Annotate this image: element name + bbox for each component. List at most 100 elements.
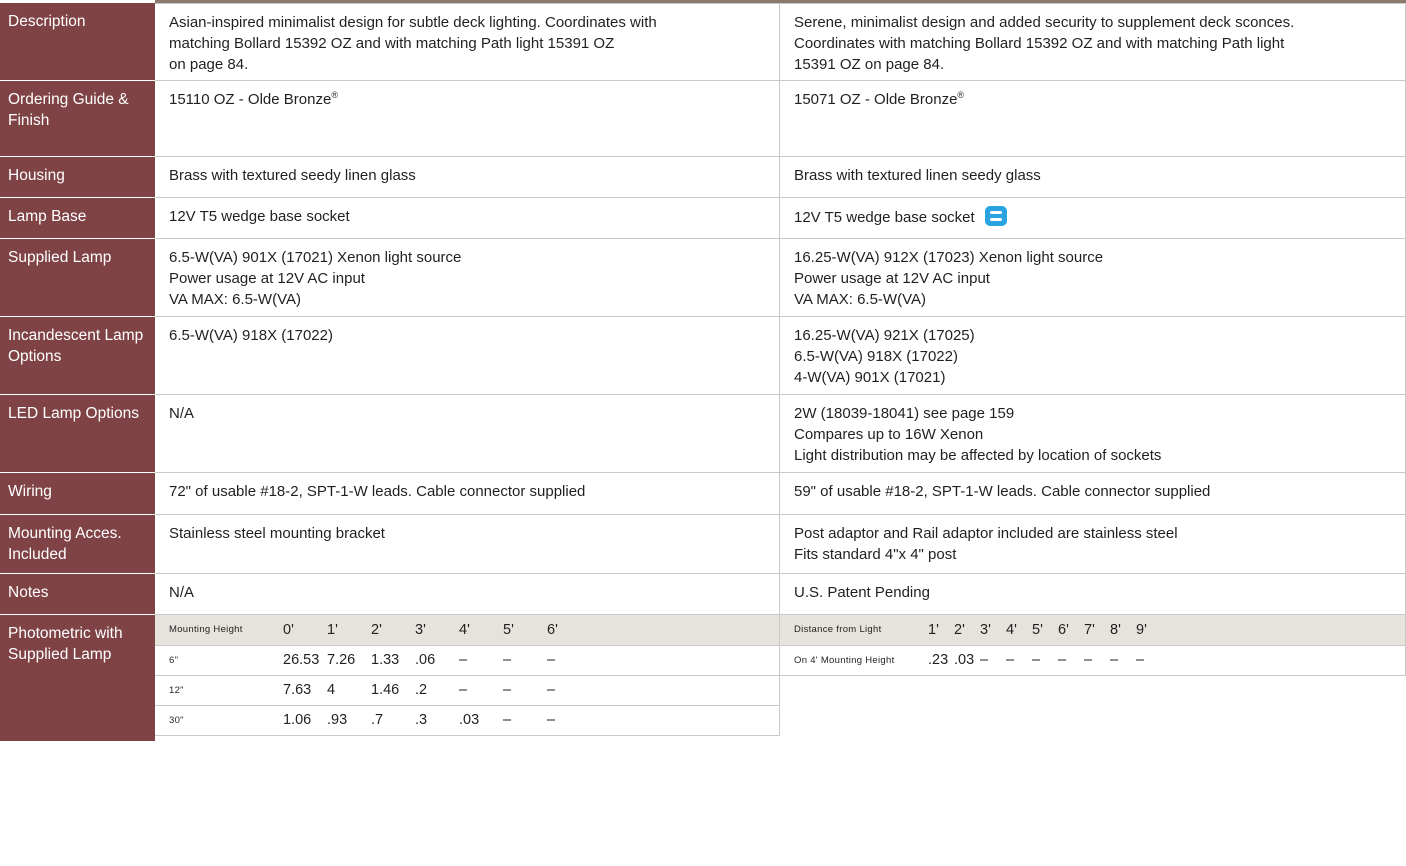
text-line: 6.5-W(VA) 918X (17022): [794, 348, 958, 365]
row-label: 6": [155, 645, 283, 676]
row-ordering-guide: Ordering Guide & Finish 15110 OZ - Olde …: [0, 81, 1406, 157]
value-cell: –: [1032, 645, 1058, 676]
text-line: Coordinates with matching Bollard 15392 …: [794, 35, 1285, 52]
row-description: Description Asian-inspired minimalist de…: [0, 3, 1406, 81]
value-cell: .03: [954, 645, 980, 676]
row-label: Ordering Guide & Finish: [0, 81, 155, 157]
value-cell: 1.46: [371, 675, 415, 706]
filler-cell: [769, 705, 780, 736]
text-line: matching Bollard 15392 OZ and with match…: [169, 35, 615, 52]
value-cell: 7.63: [283, 675, 327, 706]
column-header: 5': [1032, 615, 1058, 646]
column-header: 4': [1006, 615, 1032, 646]
spec-value: 12V T5 wedge base socket: [780, 198, 1406, 239]
filler-cell: [1162, 645, 1406, 676]
filler-cell: [1162, 615, 1406, 646]
spec-value: U.S. Patent Pending: [780, 574, 1406, 615]
spec-value: 2W (18039-18041) see page 159 Compares u…: [780, 395, 1406, 473]
row-lamp-base: Lamp Base 12V T5 wedge base socket 12V T…: [0, 198, 1406, 239]
value-cell: –: [980, 645, 1006, 676]
column-header: 1': [928, 615, 954, 646]
row-label: On 4' Mounting Height: [780, 645, 928, 676]
row-led-options: LED Lamp Options N/A 2W (18039-18041) se…: [0, 395, 1406, 473]
spec-value: 6.5-W(VA) 918X (17022): [155, 317, 780, 395]
value-cell: –: [1136, 645, 1162, 676]
text-line: on page 84.: [169, 56, 249, 73]
column-header: 2': [371, 615, 415, 646]
filler-cell: [769, 615, 780, 646]
value-cell: –: [459, 645, 503, 676]
photometric-row: 6" 26.53 7.26 1.33.06– – –: [155, 645, 780, 676]
value-cell: –: [547, 645, 770, 676]
text-line: Light distribution may be affected by lo…: [794, 447, 1162, 464]
text-line: VA MAX: 6.5-W(VA): [794, 291, 926, 308]
text-line: Asian-inspired minimalist design for sub…: [169, 14, 657, 31]
text-line: 4-W(VA) 901X (17021): [794, 369, 946, 386]
text-line: 15110 OZ - Olde Bronze: [169, 91, 332, 108]
text-line: Compares up to 16W Xenon: [794, 426, 984, 443]
text-line: Power usage at 12V AC input: [794, 270, 990, 287]
photometric-row: On 4' Mounting Height .23.03– – – – – – –: [780, 645, 1406, 676]
text-line: Post adaptor and Rail adaptor included a…: [794, 525, 1178, 542]
row-housing: Housing Brass with textured seedy linen …: [0, 157, 1406, 198]
column-header: 6': [547, 615, 770, 646]
column-header: 5': [503, 615, 547, 646]
value-cell: –: [1006, 645, 1032, 676]
spec-value: Post adaptor and Rail adaptor included a…: [780, 515, 1406, 574]
photometric-area: Mounting Height 0' 1' 2' 3' 4' 5' 6' 6" 26.53 7.26…: [155, 615, 1406, 741]
row-label: Housing: [0, 157, 155, 198]
spec-value: 6.5-W(VA) 901X (17021) Xenon light sourc…: [155, 239, 780, 317]
text-line: Power usage at 12V AC input: [169, 270, 365, 287]
column-header: 8': [1110, 615, 1136, 646]
photometric-row: 12" 7.63 4 1.46.2– – –: [155, 675, 780, 706]
spec-value: Brass with textured seedy linen glass: [155, 157, 780, 198]
value-cell: –: [503, 645, 547, 676]
text-line: VA MAX: 6.5-W(VA): [169, 291, 301, 308]
value-cell: 26.53: [283, 645, 327, 676]
bluetooth-badge-icon: [984, 206, 1007, 226]
row-label: Incandescent Lamp Options: [0, 317, 155, 395]
text-line: 15071 OZ - Olde Bronze: [794, 91, 958, 108]
row-photometric: Photometric with Supplied Lamp Mounting …: [0, 615, 1406, 741]
spec-value: 15110 OZ - Olde Bronze®: [155, 81, 780, 157]
spec-value: Stainless steel mounting bracket: [155, 515, 780, 574]
column-header: 0': [283, 615, 327, 646]
spec-value: 16.25-W(VA) 912X (17023) Xenon light sou…: [780, 239, 1406, 317]
value-cell: –: [1058, 645, 1084, 676]
value-cell: 4: [327, 675, 371, 706]
header-label: Mounting Height: [155, 615, 283, 646]
column-header: 3': [980, 615, 1006, 646]
spec-value: N/A: [155, 574, 780, 615]
column-header: 4': [459, 615, 503, 646]
column-header: 3': [415, 615, 459, 646]
value-cell: .3: [415, 705, 459, 736]
photometric-table-right: Distance from Light 1' 2' 3' 4' 5' 6' 7' 8' 9' On …: [780, 615, 1406, 676]
value-cell: .7: [371, 705, 415, 736]
registered-mark: ®: [331, 90, 338, 100]
text-line: 6.5-W(VA) 918X (17022): [169, 327, 333, 344]
row-mounting-accessories: Mounting Acces. Included Stainless steel…: [0, 515, 1406, 574]
text-line: Serene, minimalist design and added secu…: [794, 14, 1295, 31]
value-cell: 1.33: [371, 645, 415, 676]
row-label: 12": [155, 675, 283, 706]
row-label: Mounting Acces. Included: [0, 515, 155, 574]
spec-value: Serene, minimalist design and added secu…: [780, 3, 1406, 81]
text-line: N/A: [169, 405, 195, 422]
value-cell: –: [547, 705, 770, 736]
spec-value: 72" of usable #18-2, SPT-1-W leads. Cabl…: [155, 473, 780, 515]
column-header: 6': [1058, 615, 1084, 646]
filler-cell: [769, 645, 780, 676]
row-incandescent-options: Incandescent Lamp Options 6.5-W(VA) 918X…: [0, 317, 1406, 395]
text-line: 16.25-W(VA) 921X (17025): [794, 327, 975, 344]
spec-value: 59" of usable #18-2, SPT-1-W leads. Cabl…: [780, 473, 1406, 515]
spec-value: Brass with textured linen seedy glass: [780, 157, 1406, 198]
text-line: 6.5-W(VA) 901X (17021) Xenon light sourc…: [169, 249, 462, 266]
row-label: LED Lamp Options: [0, 395, 155, 473]
spec-value: Asian-inspired minimalist design for sub…: [155, 3, 780, 81]
photometric-row: 30" 1.06.93.7.3.03– –: [155, 705, 780, 736]
row-label: Notes: [0, 574, 155, 615]
text-line: 12V T5 wedge base socket: [794, 209, 975, 226]
value-cell: –: [1110, 645, 1136, 676]
value-cell: 7.26: [327, 645, 371, 676]
column-header: 7': [1084, 615, 1110, 646]
